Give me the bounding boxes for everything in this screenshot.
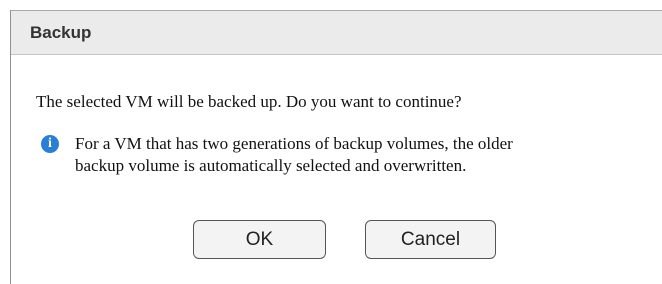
confirmation-message: The selected VM will be backed up. Do yo… <box>36 92 462 111</box>
ok-button[interactable]: OK <box>193 220 326 259</box>
info-note-line: backup volume is automatically selected … <box>75 156 467 175</box>
dialog-titlebar[interactable]: Backup <box>11 11 662 55</box>
dialog-title: Backup <box>30 23 92 42</box>
info-note-line: For a VM that has two generations of bac… <box>75 134 513 153</box>
info-icon: i <box>41 135 59 153</box>
info-note: For a VM that has two generations of bac… <box>75 133 635 177</box>
cancel-button[interactable]: Cancel <box>365 220 496 259</box>
backup-dialog: Backup The selected VM will be backed up… <box>10 10 662 284</box>
